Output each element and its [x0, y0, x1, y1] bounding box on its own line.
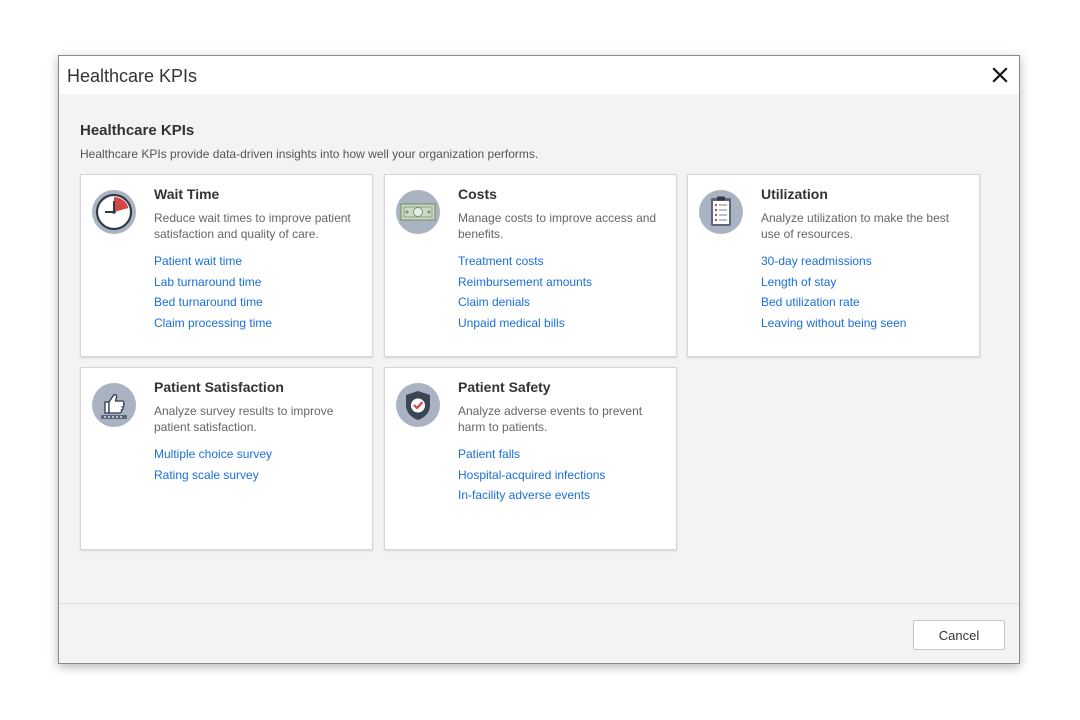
link-hospital-acquired-infections[interactable]: Hospital-acquired infections: [458, 465, 666, 486]
close-icon: [992, 67, 1008, 83]
link-unpaid-medical-bills[interactable]: Unpaid medical bills: [458, 313, 666, 334]
cancel-button[interactable]: Cancel: [913, 620, 1005, 650]
link-bed-turnaround-time[interactable]: Bed turnaround time: [154, 292, 362, 313]
card-description: Analyze utilization to make the best use…: [761, 211, 950, 241]
kpi-dialog: Healthcare KPIs Healthcare KPIs Healthca…: [58, 55, 1020, 664]
link-patient-falls[interactable]: Patient falls: [458, 444, 666, 465]
link-claim-denials[interactable]: Claim denials: [458, 292, 666, 313]
card-title: Wait Time: [154, 186, 220, 202]
card-title: Patient Safety: [458, 379, 551, 395]
link-multiple-choice-survey[interactable]: Multiple choice survey: [154, 444, 362, 465]
card-wait-time: Wait Time Reduce wait times to improve p…: [80, 174, 373, 357]
link-length-of-stay[interactable]: Length of stay: [761, 272, 969, 293]
card-utilization: Utilization Analyze utilization to make …: [687, 174, 980, 357]
section-heading: Healthcare KPIs: [80, 122, 195, 139]
dialog-footer: Cancel: [59, 603, 1019, 663]
link-claim-processing-time[interactable]: Claim processing time: [154, 313, 362, 334]
card-title: Costs: [458, 186, 497, 202]
section-description: Healthcare KPIs provide data-driven insi…: [80, 147, 539, 161]
card-patient-satisfaction: Patient Satisfaction Analyze survey resu…: [80, 367, 373, 550]
link-patient-wait-time[interactable]: Patient wait time: [154, 251, 362, 272]
money-icon: [395, 189, 441, 235]
dialog-content: Healthcare KPIs Healthcare KPIs provide …: [80, 122, 999, 161]
card-description: Reduce wait times to improve patient sat…: [154, 211, 351, 241]
card-patient-safety: Patient Safety Analyze adverse events to…: [384, 367, 677, 550]
thumbs-up-icon: [91, 382, 137, 428]
card-description: Analyze survey results to improve patien…: [154, 404, 334, 434]
link-treatment-costs[interactable]: Treatment costs: [458, 251, 666, 272]
dialog-title: Healthcare KPIs: [67, 66, 198, 86]
close-button[interactable]: [987, 62, 1013, 88]
card-description: Analyze adverse events to prevent harm t…: [458, 404, 643, 434]
link-rating-scale-survey[interactable]: Rating scale survey: [154, 465, 362, 486]
card-title: Utilization: [761, 186, 828, 202]
shield-check-icon: [395, 382, 441, 428]
clock-icon: [91, 189, 137, 235]
dialog-titlebar: Healthcare KPIs: [59, 56, 1019, 94]
link-lab-turnaround-time[interactable]: Lab turnaround time: [154, 272, 362, 293]
link-bed-utilization-rate[interactable]: Bed utilization rate: [761, 292, 969, 313]
link-leaving-without-being-seen[interactable]: Leaving without being seen: [761, 313, 969, 334]
link-30-day-readmissions[interactable]: 30-day readmissions: [761, 251, 969, 272]
clipboard-icon: [698, 189, 744, 235]
card-costs: Costs Manage costs to improve access and…: [384, 174, 677, 357]
link-reimbursement-amounts[interactable]: Reimbursement amounts: [458, 272, 666, 293]
card-description: Manage costs to improve access and benef…: [458, 211, 657, 241]
card-title: Patient Satisfaction: [154, 379, 284, 395]
link-in-facility-adverse-events[interactable]: In-facility adverse events: [458, 485, 666, 506]
